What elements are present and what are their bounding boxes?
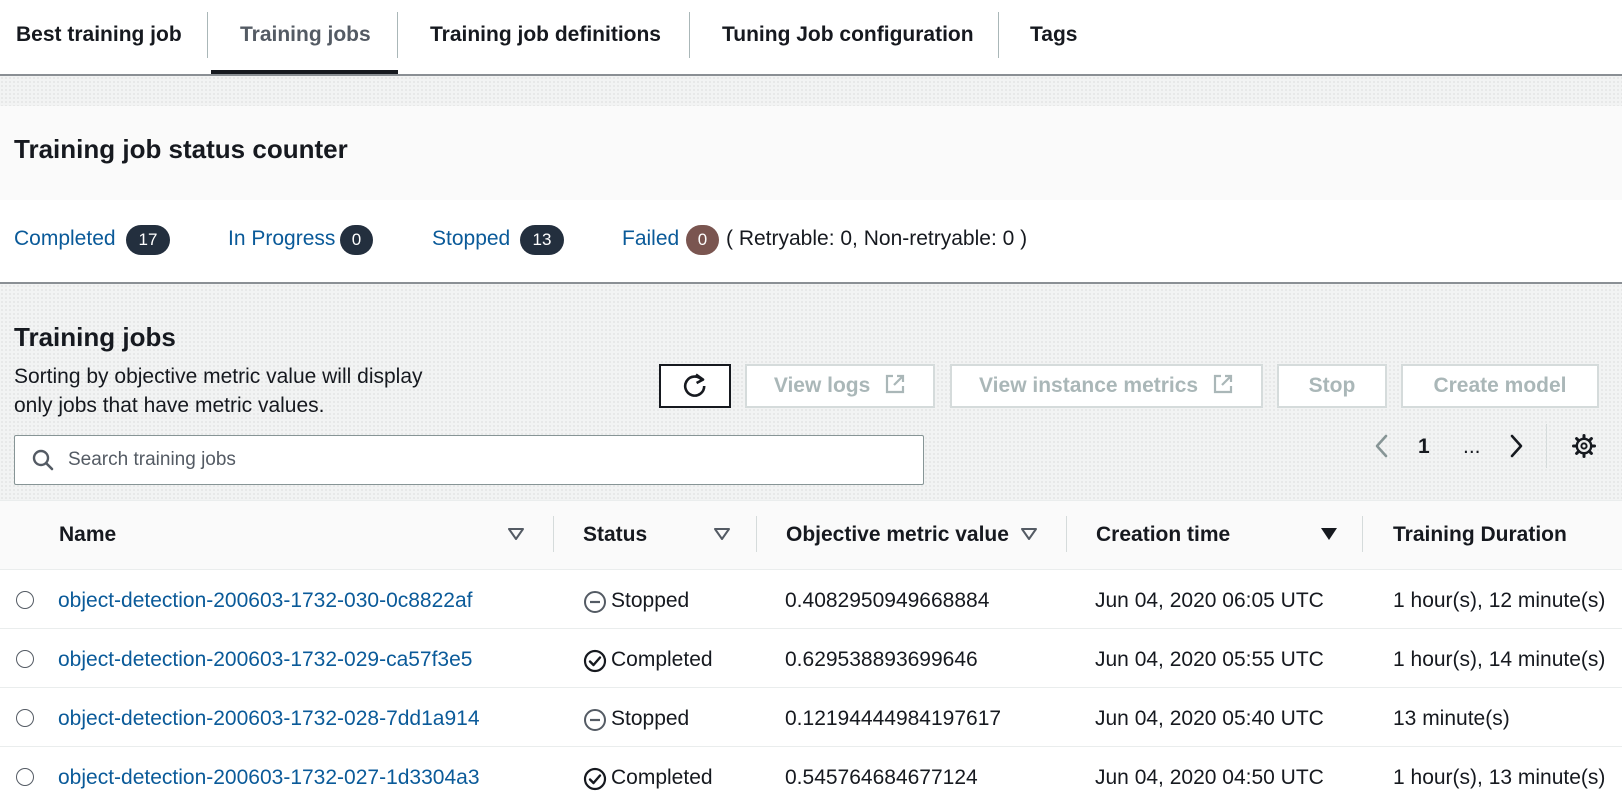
sorting-description-line-1: Sorting by objective metric value will d… xyxy=(14,365,423,388)
tab-training-jobs[interactable]: Training jobs xyxy=(240,0,371,74)
failed-filter-link[interactable]: Failed xyxy=(622,227,679,251)
status-text: Stopped xyxy=(611,707,690,730)
previous-page-icon[interactable] xyxy=(1373,432,1391,465)
stopped-filter-link[interactable]: Stopped xyxy=(432,227,510,251)
in-progress-count-badge: 0 xyxy=(340,225,373,255)
creation-time: Jun 04, 2020 05:55 UTC xyxy=(1095,648,1324,671)
completed-status-icon xyxy=(583,767,607,796)
training-jobs-title: Training jobs xyxy=(14,322,176,352)
create-model-button[interactable]: Create model xyxy=(1401,364,1599,408)
column-header-name[interactable]: Name xyxy=(59,523,116,547)
training-job-name-link[interactable]: object-detection-200603-1732-029-ca57f3e… xyxy=(58,648,472,672)
row-select-radio[interactable] xyxy=(16,650,34,668)
column-divider xyxy=(756,516,757,552)
stopped-status-icon xyxy=(583,708,607,737)
sort-caret-active-icon[interactable] xyxy=(1320,526,1338,547)
status-text: Stopped xyxy=(611,589,690,612)
column-header-status[interactable]: Status xyxy=(583,523,647,547)
retry-summary: ( Retryable: 0, Non-retryable: 0 ) xyxy=(726,227,1028,250)
completed-status-icon xyxy=(583,649,607,678)
training-job-name-link[interactable]: object-detection-200603-1732-027-1d3304a… xyxy=(58,766,480,790)
column-divider xyxy=(1362,516,1363,552)
column-header-creation-time[interactable]: Creation time xyxy=(1096,523,1230,547)
stopped-status-icon xyxy=(583,590,607,619)
objective-metric-value: 0.4082950949668884 xyxy=(785,589,990,612)
sort-caret-icon[interactable] xyxy=(713,526,731,547)
status-text: Completed xyxy=(611,766,713,789)
tab-tags[interactable]: Tags xyxy=(1030,0,1077,74)
sort-caret-icon[interactable] xyxy=(1020,526,1038,547)
external-link-icon xyxy=(1212,369,1234,409)
training-duration: 13 minute(s) xyxy=(1393,707,1510,730)
tab-divider xyxy=(998,12,999,58)
page-ellipsis: ... xyxy=(1463,435,1481,458)
search-input[interactable] xyxy=(68,448,888,472)
training-job-name-link[interactable]: object-detection-200603-1732-030-0c8822a… xyxy=(58,589,472,613)
training-duration: 1 hour(s), 12 minute(s) xyxy=(1393,589,1606,612)
tab-divider xyxy=(689,12,690,58)
sorting-description-line-2: only jobs that have metric values. xyxy=(14,394,325,417)
status-text: Completed xyxy=(611,648,713,671)
completed-filter-link[interactable]: Completed xyxy=(14,227,116,251)
row-select-radio[interactable] xyxy=(16,709,34,727)
tab-divider xyxy=(207,12,208,58)
page-number-current[interactable]: 1 xyxy=(1418,435,1430,459)
training-duration: 1 hour(s), 13 minute(s) xyxy=(1393,766,1606,789)
stop-button[interactable]: Stop xyxy=(1277,364,1387,408)
tab-tuning-job-configuration[interactable]: Tuning Job configuration xyxy=(722,0,974,74)
row-select-radio[interactable] xyxy=(16,768,34,786)
training-job-name-link[interactable]: object-detection-200603-1732-028-7dd1a91… xyxy=(58,707,480,731)
next-page-icon[interactable] xyxy=(1507,432,1525,465)
completed-count-badge: 17 xyxy=(126,225,170,255)
refresh-icon xyxy=(681,371,709,413)
stopped-count-badge: 13 xyxy=(520,225,564,255)
creation-time: Jun 04, 2020 06:05 UTC xyxy=(1095,589,1324,612)
objective-metric-value: 0.545764684677124 xyxy=(785,766,978,789)
view-instance-metrics-label: View instance metrics xyxy=(979,374,1199,397)
tab-divider xyxy=(397,12,398,58)
failed-count-badge: 0 xyxy=(686,225,719,255)
view-logs-label: View logs xyxy=(773,374,871,397)
column-header-objective-metric[interactable]: Objective metric value xyxy=(786,523,1009,547)
creation-time: Jun 04, 2020 05:40 UTC xyxy=(1095,707,1324,730)
pager-divider xyxy=(1546,424,1547,468)
column-divider xyxy=(553,516,554,552)
objective-metric-value: 0.12194444984197617 xyxy=(785,707,1002,730)
refresh-button[interactable] xyxy=(659,364,731,408)
in-progress-filter-link[interactable]: In Progress xyxy=(228,227,335,251)
active-tab-indicator xyxy=(211,70,398,74)
search-icon xyxy=(31,448,55,477)
column-divider xyxy=(1066,516,1067,552)
row-select-radio[interactable] xyxy=(16,591,34,609)
training-duration: 1 hour(s), 14 minute(s) xyxy=(1393,648,1606,671)
tab-best-training-job[interactable]: Best training job xyxy=(16,0,182,74)
tab-training-job-definitions[interactable]: Training job definitions xyxy=(430,0,661,74)
settings-gear-icon[interactable] xyxy=(1571,433,1597,464)
objective-metric-value: 0.629538893699646 xyxy=(785,648,978,671)
view-instance-metrics-button[interactable]: View instance metrics xyxy=(950,364,1263,408)
external-link-icon xyxy=(884,369,906,409)
view-logs-button[interactable]: View logs xyxy=(745,364,935,408)
column-header-training-duration[interactable]: Training Duration xyxy=(1393,523,1567,547)
creation-time: Jun 04, 2020 04:50 UTC xyxy=(1095,766,1324,789)
status-counter-title: Training job status counter xyxy=(14,134,348,164)
search-box[interactable] xyxy=(14,435,924,485)
sort-caret-icon[interactable] xyxy=(507,526,525,547)
section-gap xyxy=(0,76,1622,106)
